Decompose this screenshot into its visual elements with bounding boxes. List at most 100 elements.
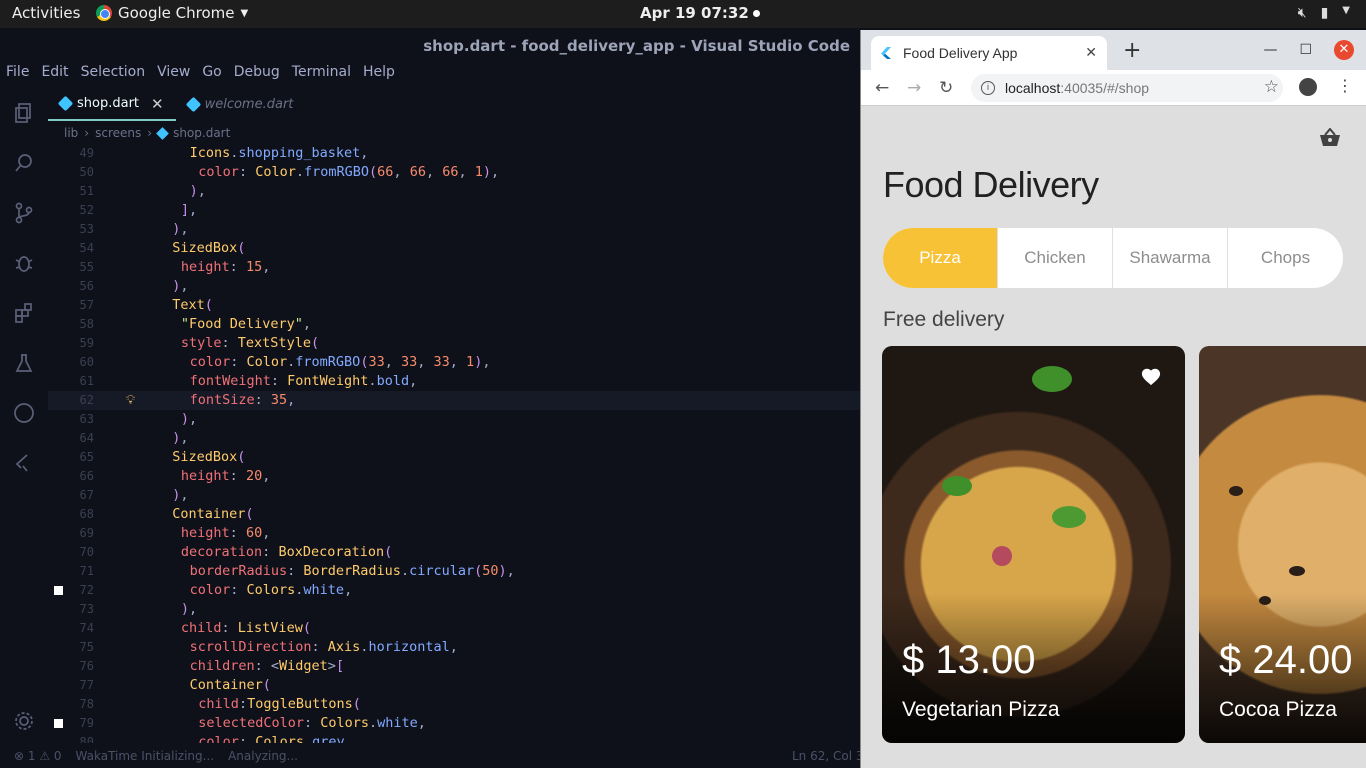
code-line[interactable]: 77 Container( — [48, 676, 860, 695]
menu-help[interactable]: Help — [363, 64, 401, 88]
code-line[interactable]: 74 child: ListView( — [48, 619, 860, 638]
pizza-image-detail — [942, 476, 972, 496]
breadcrumb: lib › screens › shop.dart — [64, 126, 230, 140]
back-arrow-icon[interactable]: ← — [875, 78, 889, 98]
code-line[interactable]: 79 selectedColor: Colors.white, — [48, 714, 860, 733]
menu-edit[interactable]: Edit — [41, 64, 74, 88]
code-line[interactable]: 63), — [48, 410, 860, 429]
menu-file[interactable]: File — [6, 64, 35, 88]
close-tab-icon[interactable]: ✕ — [1085, 44, 1097, 61]
code-text: decoration: BoxDecoration( — [180, 544, 393, 560]
food-card-vegetarian-pizza[interactable]: $ 13.00 Vegetarian Pizza — [882, 346, 1185, 743]
bookmark-star-icon[interactable]: ☆ — [1264, 77, 1279, 97]
favorite-heart-icon[interactable] — [1140, 366, 1162, 386]
code-editor[interactable]: 49 Icons.shopping_basket, 50 color: Color.f… — [48, 144, 860, 743]
code-text: fontSize: 35, — [189, 392, 296, 408]
code-line[interactable]: 53), — [48, 220, 860, 239]
testing-flask-icon[interactable] — [0, 338, 48, 388]
code-line[interactable]: 68 Container( — [48, 505, 860, 524]
code-line[interactable]: 70 decoration: BoxDecoration( — [48, 543, 860, 562]
code-text: Icons.shopping_basket, — [189, 145, 369, 161]
source-control-icon[interactable] — [0, 188, 48, 238]
tab-welcome-dart[interactable]: welcome.dart — [176, 88, 306, 121]
code-line[interactable]: 67), — [48, 486, 860, 505]
code-line[interactable]: 55 height: 15, — [48, 258, 860, 277]
code-text: selectedColor: Colors.white, — [198, 715, 426, 731]
account-avatar-icon[interactable] — [1299, 78, 1317, 96]
line-number: 68 — [79, 507, 94, 521]
reload-icon[interactable]: ↻ — [939, 78, 953, 98]
code-line[interactable]: 52], — [48, 201, 860, 220]
new-tab-icon[interactable]: + — [1123, 38, 1141, 63]
line-number: 51 — [79, 184, 94, 198]
search-icon[interactable] — [0, 138, 48, 188]
line-number: 60 — [79, 355, 94, 369]
code-line[interactable]: 58 "Food Delivery", — [48, 315, 860, 334]
code-line[interactable]: 66 height: 20, — [48, 467, 860, 486]
site-info-icon[interactable]: i — [981, 81, 995, 95]
debug-icon[interactable] — [0, 238, 48, 288]
clock[interactable]: Apr 19 07:32 — [640, 4, 760, 22]
section-title: Free delivery — [883, 308, 1005, 331]
shopping-basket-icon[interactable] — [1319, 128, 1341, 148]
code-text: color: Colors.grey, — [198, 734, 353, 743]
problems-indicator[interactable]: ⊗ 1 ⚠ 0 — [14, 749, 62, 763]
explorer-icon[interactable] — [0, 88, 48, 138]
minimize-icon[interactable]: — — [1263, 42, 1277, 58]
code-line[interactable]: 72 color: Colors.white, — [48, 581, 860, 600]
close-icon[interactable]: ✕ — [151, 95, 164, 113]
code-line[interactable]: 56), — [48, 277, 860, 296]
food-card-cocoa-pizza[interactable]: $ 24.00 Cocoa Pizza — [1199, 346, 1366, 743]
tab-shop-dart[interactable]: shop.dart ✕ — [48, 88, 176, 121]
code-line[interactable]: 71 borderRadius: BorderRadius.circular(50… — [48, 562, 860, 581]
menu-selection[interactable]: Selection — [81, 64, 152, 88]
code-line[interactable]: 73), — [48, 600, 860, 619]
code-line[interactable]: 57 Text( — [48, 296, 860, 315]
close-window-icon[interactable]: ✕ — [1334, 40, 1354, 60]
category-chops[interactable]: Chops — [1228, 228, 1343, 288]
code-line[interactable]: 62 fontSize: 35, 💡︎ — [48, 391, 860, 410]
breadcrumb-item[interactable]: lib — [64, 126, 78, 140]
code-line[interactable]: 51), — [48, 182, 860, 201]
code-line[interactable]: 54 SizedBox( — [48, 239, 860, 258]
code-line[interactable]: 49 Icons.shopping_basket, — [48, 144, 860, 163]
code-line[interactable]: 78 child:ToggleButtons( — [48, 695, 860, 714]
code-line[interactable]: 59 style: TextStyle( — [48, 334, 860, 353]
menu-view[interactable]: View — [157, 64, 196, 88]
activities-button[interactable]: Activities — [12, 4, 80, 22]
lightbulb-icon[interactable]: 💡︎ — [126, 391, 135, 410]
card-price: $ 13.00 — [902, 638, 1036, 682]
more-menu-icon[interactable]: ⋮ — [1337, 76, 1353, 95]
code-line[interactable]: 50 color: Color.fromRGBO(66, 66, 66, 1), — [48, 163, 860, 182]
code-text: ), — [180, 601, 198, 617]
code-line[interactable]: 61 fontWeight: FontWeight.bold, — [48, 372, 860, 391]
category-pizza[interactable]: Pizza — [883, 228, 998, 288]
dart-file-icon — [185, 96, 201, 113]
code-line[interactable]: 80 color: Colors.grey, — [48, 733, 860, 743]
code-line[interactable]: 65 SizedBox( — [48, 448, 860, 467]
menu-debug[interactable]: Debug — [234, 64, 286, 88]
wakatime-status[interactable]: WakaTime Initializing... — [76, 749, 215, 763]
forward-arrow-icon[interactable]: → — [907, 78, 921, 98]
address-bar[interactable]: i localhost:40035/#/shop ☆ — [971, 74, 1283, 102]
extensions-icon[interactable] — [0, 288, 48, 338]
category-chicken[interactable]: Chicken — [998, 228, 1113, 288]
settings-gear-icon[interactable] — [0, 696, 48, 746]
maximize-icon[interactable]: ☐ — [1299, 42, 1312, 58]
code-line[interactable]: 64), — [48, 429, 860, 448]
menu-terminal[interactable]: Terminal — [292, 64, 357, 88]
github-icon[interactable] — [0, 388, 48, 438]
app-menu[interactable]: Google Chrome ▼ — [96, 4, 248, 22]
code-line[interactable]: 75 scrollDirection: Axis.horizontal, — [48, 638, 860, 657]
browser-tab[interactable]: Food Delivery App ✕ — [871, 36, 1107, 70]
flutter-icon[interactable] — [0, 438, 48, 488]
code-line[interactable]: 60 color: Color.fromRGBO(33, 33, 33, 1), — [48, 353, 860, 372]
breadcrumb-item[interactable]: shop.dart — [173, 126, 230, 140]
system-tray[interactable]: 🔇︎ ▮ ▼ — [1298, 5, 1350, 21]
code-line[interactable]: 69 height: 60, — [48, 524, 860, 543]
menu-go[interactable]: Go — [202, 64, 227, 88]
category-shawarma[interactable]: Shawarma — [1113, 228, 1228, 288]
breadcrumb-item[interactable]: screens — [95, 126, 141, 140]
activity-bar — [0, 88, 48, 743]
code-line[interactable]: 76 children: <Widget>[ — [48, 657, 860, 676]
